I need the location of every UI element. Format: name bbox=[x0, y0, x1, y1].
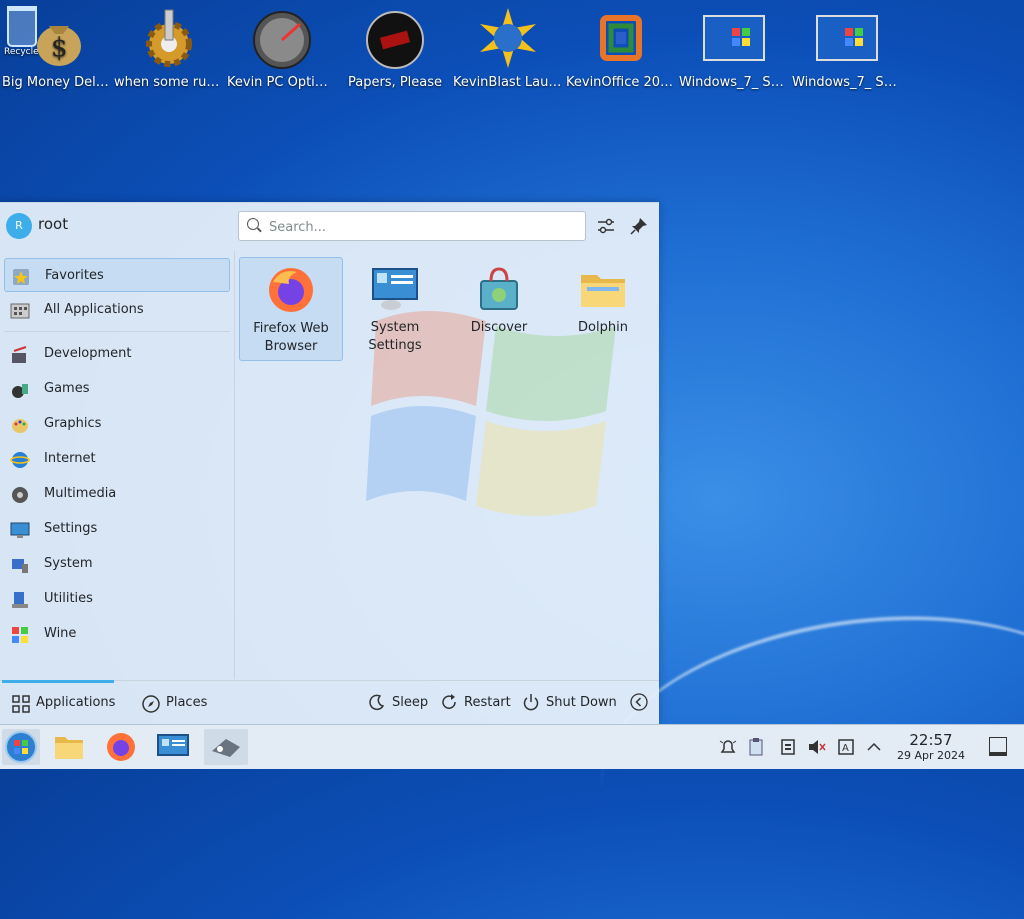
desktop-icon-windows7-screenshot-1[interactable]: Windows_7_ SP1_screensho... bbox=[679, 6, 789, 92]
internet-icon bbox=[10, 450, 30, 470]
system-settings-icon bbox=[371, 265, 419, 313]
search-box[interactable] bbox=[238, 211, 586, 241]
app-tile-label: Dolphin bbox=[578, 320, 628, 335]
clipboard-icon[interactable] bbox=[746, 737, 766, 757]
category-sidebar: Favorites All Applications Development G… bbox=[0, 251, 235, 679]
notifications-bell-icon[interactable] bbox=[718, 737, 738, 757]
wine-icon bbox=[10, 625, 30, 645]
multimedia-icon bbox=[10, 485, 30, 505]
device-notifier-icon[interactable] bbox=[778, 737, 798, 757]
office-icon bbox=[589, 6, 653, 70]
system-settings-icon bbox=[154, 734, 192, 769]
desktop-icon-kevinoffice-2009[interactable]: KevinOffice 2009 bbox=[566, 6, 676, 92]
category-settings[interactable]: Settings bbox=[4, 512, 230, 546]
desktop-icon-big-money-deluxe[interactable]: $ Big Money Deluxe bbox=[2, 6, 112, 92]
sleep-button[interactable]: Sleep bbox=[368, 693, 428, 713]
taskbar-dolphin[interactable] bbox=[50, 729, 88, 765]
show-desktop-icon[interactable] bbox=[989, 737, 1007, 756]
taskbar-running-app[interactable] bbox=[204, 729, 248, 765]
tab-applications[interactable]: Applications bbox=[2, 680, 115, 725]
app-tile-system-settings[interactable]: System Settings bbox=[343, 257, 447, 361]
money-bag-icon: $ bbox=[25, 6, 89, 70]
desktop-icon-kevin-pc-optimizer[interactable]: Kevin PC Optimizer Ho... bbox=[227, 6, 337, 92]
desktop-icon-papers-please[interactable]: Papers, Please bbox=[340, 6, 450, 92]
category-wine[interactable]: Wine bbox=[4, 617, 230, 651]
image-file-icon bbox=[815, 6, 879, 70]
app-window-icon bbox=[204, 739, 248, 769]
pin-icon[interactable] bbox=[628, 215, 650, 237]
development-icon bbox=[10, 345, 30, 365]
gear-icon bbox=[137, 6, 201, 70]
clock-date[interactable]: 29 Apr 2024 bbox=[890, 749, 972, 762]
desktop-icon-windows7-screenshot-2[interactable]: Windows_7_ SP1_screensho... bbox=[792, 6, 902, 92]
category-games[interactable]: Games bbox=[4, 372, 230, 406]
search-icon bbox=[247, 218, 259, 230]
clock-time[interactable]: 22:57 bbox=[900, 731, 962, 749]
desktop-icons: Recycle $ Big Money Deluxe when some rus… bbox=[0, 0, 1024, 120]
favorites-icon bbox=[11, 267, 31, 287]
category-graphics[interactable]: Graphics bbox=[4, 407, 230, 441]
svg-text:A: A bbox=[842, 743, 849, 754]
category-system[interactable]: System bbox=[4, 547, 230, 581]
taskbar-firefox[interactable] bbox=[102, 729, 140, 765]
category-utilities[interactable]: Utilities bbox=[4, 582, 230, 616]
user-name: root bbox=[38, 215, 69, 233]
all-apps-icon bbox=[10, 301, 30, 321]
sidebar-separator bbox=[4, 331, 230, 332]
launcher-footer: Applications Places Sleep Restart Shut D… bbox=[0, 680, 659, 725]
launcher-header: R root bbox=[0, 203, 659, 249]
category-all-applications[interactable]: All Applications bbox=[4, 293, 230, 327]
user-avatar[interactable]: R bbox=[6, 213, 32, 239]
category-favorites[interactable]: Favorites bbox=[4, 258, 230, 292]
restart-button[interactable]: Restart bbox=[440, 693, 511, 715]
image-file-icon bbox=[702, 6, 766, 70]
application-launcher: R root Favorites All Applications Develo… bbox=[0, 202, 659, 724]
input-method-icon[interactable]: A bbox=[836, 737, 856, 757]
grid-icon bbox=[12, 695, 30, 717]
globe-starburst-icon bbox=[476, 6, 540, 70]
sleep-icon bbox=[368, 693, 386, 715]
start-button[interactable] bbox=[2, 729, 40, 765]
app-tile-label: Discover bbox=[470, 320, 528, 335]
settings-icon bbox=[10, 520, 30, 540]
category-development[interactable]: Development bbox=[4, 337, 230, 371]
volume-muted-icon[interactable] bbox=[806, 737, 826, 757]
speedometer-icon bbox=[250, 6, 314, 70]
taskbar: A 22:57 29 Apr 2024 bbox=[0, 724, 1024, 769]
more-actions-button[interactable] bbox=[630, 693, 650, 713]
windows-orb-icon bbox=[2, 731, 40, 769]
utilities-icon bbox=[10, 590, 30, 610]
desktop-icon-russian-runs[interactable]: when some russian runs a... bbox=[114, 6, 224, 92]
graphics-icon bbox=[10, 415, 30, 435]
tab-places[interactable]: Places bbox=[136, 681, 216, 725]
app-tile-label: System Settings bbox=[368, 320, 422, 353]
desktop-icon-kevinblast-launcher[interactable]: KevinBlast Launcher bbox=[453, 6, 563, 92]
category-internet[interactable]: Internet bbox=[4, 442, 230, 476]
app-tile-discover[interactable]: Discover bbox=[447, 257, 551, 361]
system-icon bbox=[10, 555, 30, 575]
configure-sliders-icon[interactable] bbox=[595, 215, 617, 237]
papers-please-icon bbox=[363, 6, 427, 70]
chevron-up-icon[interactable] bbox=[864, 737, 884, 757]
taskbar-system-settings[interactable] bbox=[154, 729, 192, 765]
shutdown-button[interactable]: Shut Down bbox=[522, 693, 617, 715]
search-input[interactable] bbox=[267, 216, 571, 238]
firefox-icon bbox=[102, 733, 140, 769]
folder-icon bbox=[50, 737, 88, 769]
app-tile-dolphin[interactable]: Dolphin bbox=[551, 257, 655, 361]
power-icon bbox=[522, 693, 540, 715]
app-tile-firefox[interactable]: Firefox Web Browser bbox=[239, 257, 343, 361]
games-icon bbox=[10, 380, 30, 400]
discover-shopping-bag-icon bbox=[475, 265, 523, 313]
chevron-left-icon bbox=[630, 693, 648, 715]
firefox-icon bbox=[267, 266, 315, 314]
app-tile-label: Firefox Web Browser bbox=[253, 321, 329, 354]
favorites-grid: Firefox Web Browser System Settings Disc… bbox=[236, 251, 659, 679]
category-multimedia[interactable]: Multimedia bbox=[4, 477, 230, 511]
folder-icon bbox=[579, 265, 627, 313]
compass-icon bbox=[142, 695, 160, 717]
restart-icon bbox=[440, 693, 458, 715]
svg-text:$: $ bbox=[51, 33, 68, 63]
